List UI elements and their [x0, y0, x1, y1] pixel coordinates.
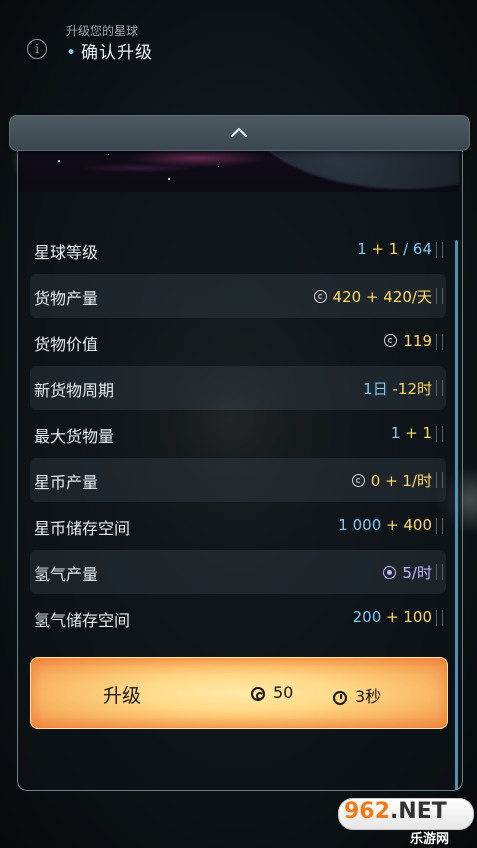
stat-value: 0 + 1/时: [351, 470, 432, 491]
divider-bars: [436, 472, 443, 488]
stat-label: 货物产量: [34, 289, 99, 308]
header: i 升级您的星球 • 确认升级: [0, 0, 477, 110]
stat-value: 119: [384, 332, 432, 350]
watermark-text: 962.NET: [344, 799, 447, 824]
divider-bars: [436, 334, 443, 350]
watermark-sub: 乐游网: [410, 832, 450, 847]
stat-value: 1日 -12时: [363, 380, 432, 398]
stat-row-max-cargo: 最大货物量 1 + 1: [30, 412, 446, 456]
coin-icon: [384, 334, 398, 347]
stat-row-cargo-output: 货物产量 420 + 420/天: [30, 274, 446, 318]
stat-row-coin-storage: 星币储存空间 1 000 + 400: [30, 504, 446, 548]
upgrade-cost: 50: [251, 683, 293, 702]
hydrogen-icon: [383, 566, 397, 579]
divider-bars: [436, 288, 443, 304]
stat-value: 420 + 420/天: [313, 286, 432, 307]
stat-label: 星球等级: [34, 243, 99, 262]
watermark-logo: 962.NET 乐游网: [338, 798, 474, 847]
divider-bars: [436, 518, 443, 534]
divider-bars: [436, 564, 443, 580]
upgrade-button[interactable]: 升级 50 3秒: [30, 657, 448, 729]
stat-row-hydrogen-storage: 氢气储存空间 200 + 100: [30, 596, 446, 640]
stat-value: 5/时: [383, 562, 432, 583]
info-icon[interactable]: i: [27, 39, 47, 59]
stats-list: 星球等级 1 + 1 / 64 货物产量 420 + 420/天 货物价值 11…: [30, 228, 446, 642]
stat-value: 1 + 1: [390, 424, 432, 442]
stat-row-hydrogen-output: 氢气产量 5/时: [30, 550, 446, 594]
stat-value: 1 + 1 / 64: [357, 240, 432, 258]
coin-icon: [251, 687, 265, 701]
stat-row-coin-output: 星币产量 0 + 1/时: [30, 458, 446, 502]
chevron-up-icon: [230, 127, 248, 138]
stat-label: 最大货物量: [34, 427, 115, 446]
divider-bars: [436, 610, 443, 626]
stat-row-cargo-cycle: 新货物周期 1日 -12时: [30, 366, 446, 410]
stat-label: 货物价值: [34, 335, 99, 354]
title-bullet: •: [66, 43, 78, 63]
divider-bars: [436, 380, 443, 396]
collapse-bar[interactable]: [9, 115, 470, 151]
stat-label: 星币储存空间: [34, 519, 131, 538]
upgrade-time: 3秒: [333, 683, 381, 707]
stat-value: 1 000 + 400: [338, 516, 432, 534]
coin-icon: [351, 474, 365, 487]
scrollbar[interactable]: [455, 240, 458, 790]
stat-row-cargo-value: 货物价值 119: [30, 320, 446, 364]
stat-row-planet-level: 星球等级 1 + 1 / 64: [30, 228, 446, 272]
divider-bars: [436, 242, 443, 258]
title-text: 确认升级: [81, 43, 154, 63]
upgrade-label: 升级: [103, 685, 142, 707]
stat-label: 星币产量: [34, 473, 99, 492]
stat-label: 氢气产量: [34, 565, 99, 584]
clock-icon: [333, 691, 347, 705]
divider-bars: [436, 426, 443, 442]
planet-image: [240, 148, 459, 188]
coin-icon: [313, 290, 327, 303]
stat-value: 200 + 100: [352, 608, 432, 626]
stat-label: 新货物周期: [34, 381, 115, 400]
page-title: • 确认升级: [66, 38, 153, 63]
header-subtitle: 升级您的星球: [66, 24, 139, 38]
stat-label: 氢气储存空间: [34, 611, 131, 630]
planet-banner: [18, 148, 459, 192]
